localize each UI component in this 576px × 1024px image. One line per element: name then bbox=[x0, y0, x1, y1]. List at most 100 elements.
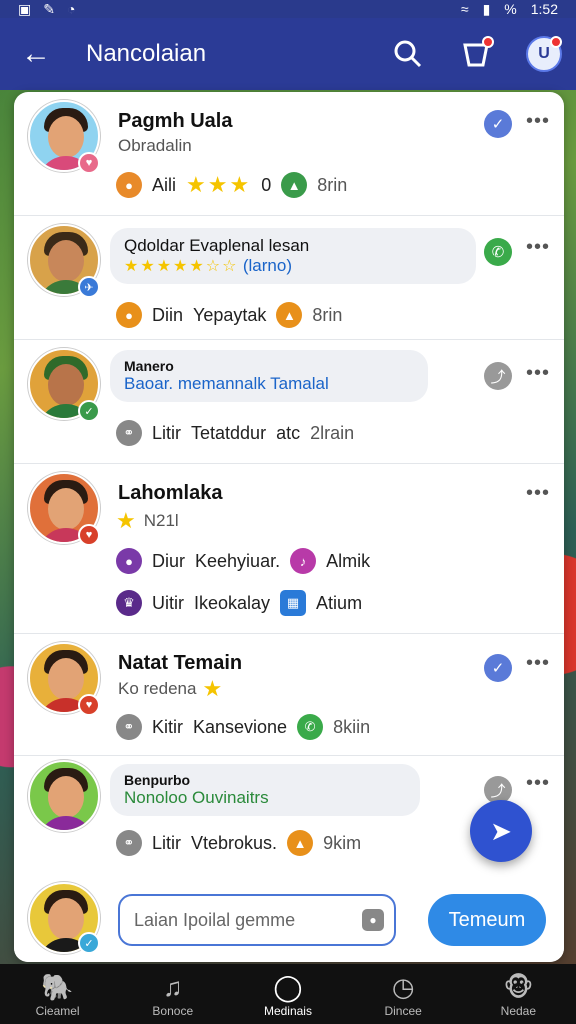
rating-stars: ★★★★★☆☆ bbox=[124, 258, 239, 275]
list-item[interactable]: ♥ Lahomlaka ★ N21l ● Diur Keehyiuar. ♪ A… bbox=[14, 464, 564, 634]
bubble-title: Qdoldar Evaplenal lesan bbox=[124, 236, 310, 255]
elephant-icon: 🐘 bbox=[41, 972, 74, 1002]
list-item[interactable]: ♥ Natat Temain Ko redena ★ ⚭ Kitir Kanse… bbox=[14, 634, 564, 756]
bubble-subtitle: Nonoloo Ouvinaitrs bbox=[124, 788, 269, 807]
music-icon: ♫ bbox=[163, 972, 183, 1002]
contact-subtitle: Obradalin bbox=[118, 136, 192, 155]
flame-icon: ▲ bbox=[276, 302, 303, 328]
contact-subtitle: Ko redena bbox=[118, 679, 197, 698]
meta-label: Aili bbox=[152, 174, 177, 195]
floating-send-button[interactable]: ➤ bbox=[470, 800, 532, 862]
meta-detail: Kansevione bbox=[193, 716, 288, 737]
meta-time: 9kim bbox=[323, 832, 362, 853]
star-icon: ★ bbox=[202, 676, 225, 701]
meta-detail: Keehyiuar. bbox=[195, 550, 281, 571]
meta-detail: Yepaytak bbox=[193, 304, 267, 325]
timer-icon: ◷ bbox=[391, 972, 415, 1002]
message-input[interactable]: Laian Ipoilal gemme ● bbox=[118, 894, 396, 946]
notification-dot bbox=[550, 36, 562, 48]
nav-item-bonoce[interactable]: ♫ Bonoce bbox=[118, 970, 228, 1018]
page-title: Nancolaian bbox=[86, 40, 207, 67]
album-icon: ▦ bbox=[280, 590, 307, 616]
monkey-icon: 🐵 bbox=[503, 972, 534, 1002]
composer-bar: ✓ Laian Ipoilal gemme ● Temeum bbox=[14, 882, 564, 962]
nav-item-dincee[interactable]: ◷ Dincee bbox=[348, 970, 458, 1018]
bubble-subtitle: (larno) bbox=[242, 256, 292, 275]
leaf-badge-icon: ✓ bbox=[78, 400, 100, 422]
flame-icon: ▲ bbox=[287, 830, 314, 856]
cart-icon[interactable] bbox=[456, 34, 496, 74]
link-icon: ⚭ bbox=[116, 420, 142, 446]
more-options-icon[interactable]: ••• bbox=[526, 772, 550, 795]
meta-label: Diur bbox=[152, 550, 186, 571]
status-bar: ▣ ✎ ◔ ≈ ▮ % 1:52 bbox=[0, 0, 576, 18]
bubble-title: Benpurbo bbox=[124, 772, 191, 788]
nav-item-nedae[interactable]: 🐵 Nedae bbox=[463, 970, 573, 1018]
meta-time: 2lrain bbox=[310, 422, 355, 443]
app-bar: ← Nancolaian U bbox=[0, 18, 576, 90]
bubble-subtitle: Baoar. memannalk Tamalal bbox=[124, 374, 329, 393]
heart-badge-icon: ♥ bbox=[78, 694, 100, 716]
contact-subtitle: N21l bbox=[143, 511, 179, 530]
notification-dot bbox=[482, 36, 494, 48]
meta-time: 8rin bbox=[312, 304, 343, 325]
nav-item-cieamel[interactable]: 🐘 Cieamel bbox=[3, 970, 113, 1018]
profile-avatar-icon[interactable]: U bbox=[524, 34, 564, 74]
meta-count: 0 bbox=[261, 174, 272, 195]
music-note-icon: ♪ bbox=[290, 548, 317, 574]
status-time: 1:52 bbox=[530, 1, 558, 17]
edit-icon: ✎ bbox=[43, 0, 55, 17]
meta-detail: Vtebrokus. bbox=[191, 832, 278, 853]
avatar bbox=[28, 760, 100, 832]
more-options-icon[interactable]: ••• bbox=[526, 482, 550, 505]
wifi-icon: ≈ bbox=[460, 1, 469, 17]
plane-badge-icon: ✈ bbox=[78, 276, 100, 298]
meta-detail: Ikeokalay bbox=[194, 592, 271, 613]
attachment-icon[interactable]: ● bbox=[362, 909, 384, 931]
meta-label: Litir bbox=[152, 422, 182, 443]
whatsapp-icon: ✆ bbox=[297, 714, 324, 740]
link-icon: ⚭ bbox=[116, 830, 142, 856]
verified-check-icon[interactable]: ✓ bbox=[484, 110, 512, 138]
message-bubble: Qdoldar Evaplenal lesan ★★★★★☆☆ (larno) bbox=[110, 228, 476, 284]
input-placeholder: Laian Ipoilal gemme bbox=[134, 909, 296, 930]
coin-icon: ● bbox=[116, 302, 142, 328]
message-bubble: Benpurbo Nonoloo Ouvinaitrs bbox=[110, 764, 420, 816]
more-options-icon[interactable]: ••• bbox=[526, 110, 550, 133]
whatsapp-icon[interactable]: ✆ bbox=[484, 238, 512, 266]
more-options-icon[interactable]: ••• bbox=[526, 362, 550, 385]
meta-label: Kitir bbox=[152, 716, 183, 737]
meta-label: Litir bbox=[152, 832, 182, 853]
nav-item-medinais[interactable]: ◯ Medinais bbox=[233, 970, 343, 1018]
list-item[interactable]: ♥ Pagmh Uala Obradalin ● Aili ★★★ 0 ▲ 8r… bbox=[14, 92, 564, 216]
image-icon: ▣ bbox=[18, 0, 32, 17]
contact-name: Lahomlaka bbox=[118, 482, 223, 504]
link-icon: ⚭ bbox=[116, 714, 142, 740]
crown-icon: ♛ bbox=[116, 590, 142, 616]
meta-time: 8rin bbox=[317, 174, 348, 195]
trophy-icon: ▲ bbox=[281, 172, 308, 198]
verified-check-icon[interactable]: ✓ bbox=[484, 654, 512, 682]
meta-time: 8kiin bbox=[333, 716, 371, 737]
message-bubble: Manero Baoar. memannalk Tamalal bbox=[110, 350, 428, 402]
send-button[interactable]: Temeum bbox=[428, 894, 546, 946]
meta-label: Diin bbox=[152, 304, 184, 325]
bubble-title: Manero bbox=[124, 358, 174, 374]
signal-icon: ▮ bbox=[482, 0, 491, 17]
list-item[interactable]: ✓ Manero Baoar. memannalk Tamalal ⚭ Liti… bbox=[14, 340, 564, 464]
bottom-navigation: 🐘 Cieamel ♫ Bonoce ◯ Medinais ◷ Dincee 🐵… bbox=[0, 964, 576, 1024]
back-arrow-icon[interactable]: ← bbox=[8, 37, 64, 71]
meta-detail: Tetatddur bbox=[191, 422, 267, 443]
badge-icon: ● bbox=[116, 548, 142, 574]
list-item[interactable]: ✈ Qdoldar Evaplenal lesan ★★★★★☆☆ (larno… bbox=[14, 216, 564, 340]
meta-label: Uitir bbox=[152, 592, 184, 613]
search-icon[interactable] bbox=[388, 34, 428, 74]
more-options-icon[interactable]: ••• bbox=[526, 236, 550, 259]
heart-badge-icon: ♥ bbox=[78, 152, 100, 174]
battery-label: % bbox=[504, 1, 517, 17]
share-icon[interactable]: ⤴ bbox=[484, 362, 512, 390]
check-badge-icon: ✓ bbox=[78, 932, 100, 954]
more-options-icon[interactable]: ••• bbox=[526, 652, 550, 675]
contact-name: Natat Temain bbox=[118, 652, 243, 674]
paper-plane-icon: ➤ bbox=[490, 815, 512, 846]
